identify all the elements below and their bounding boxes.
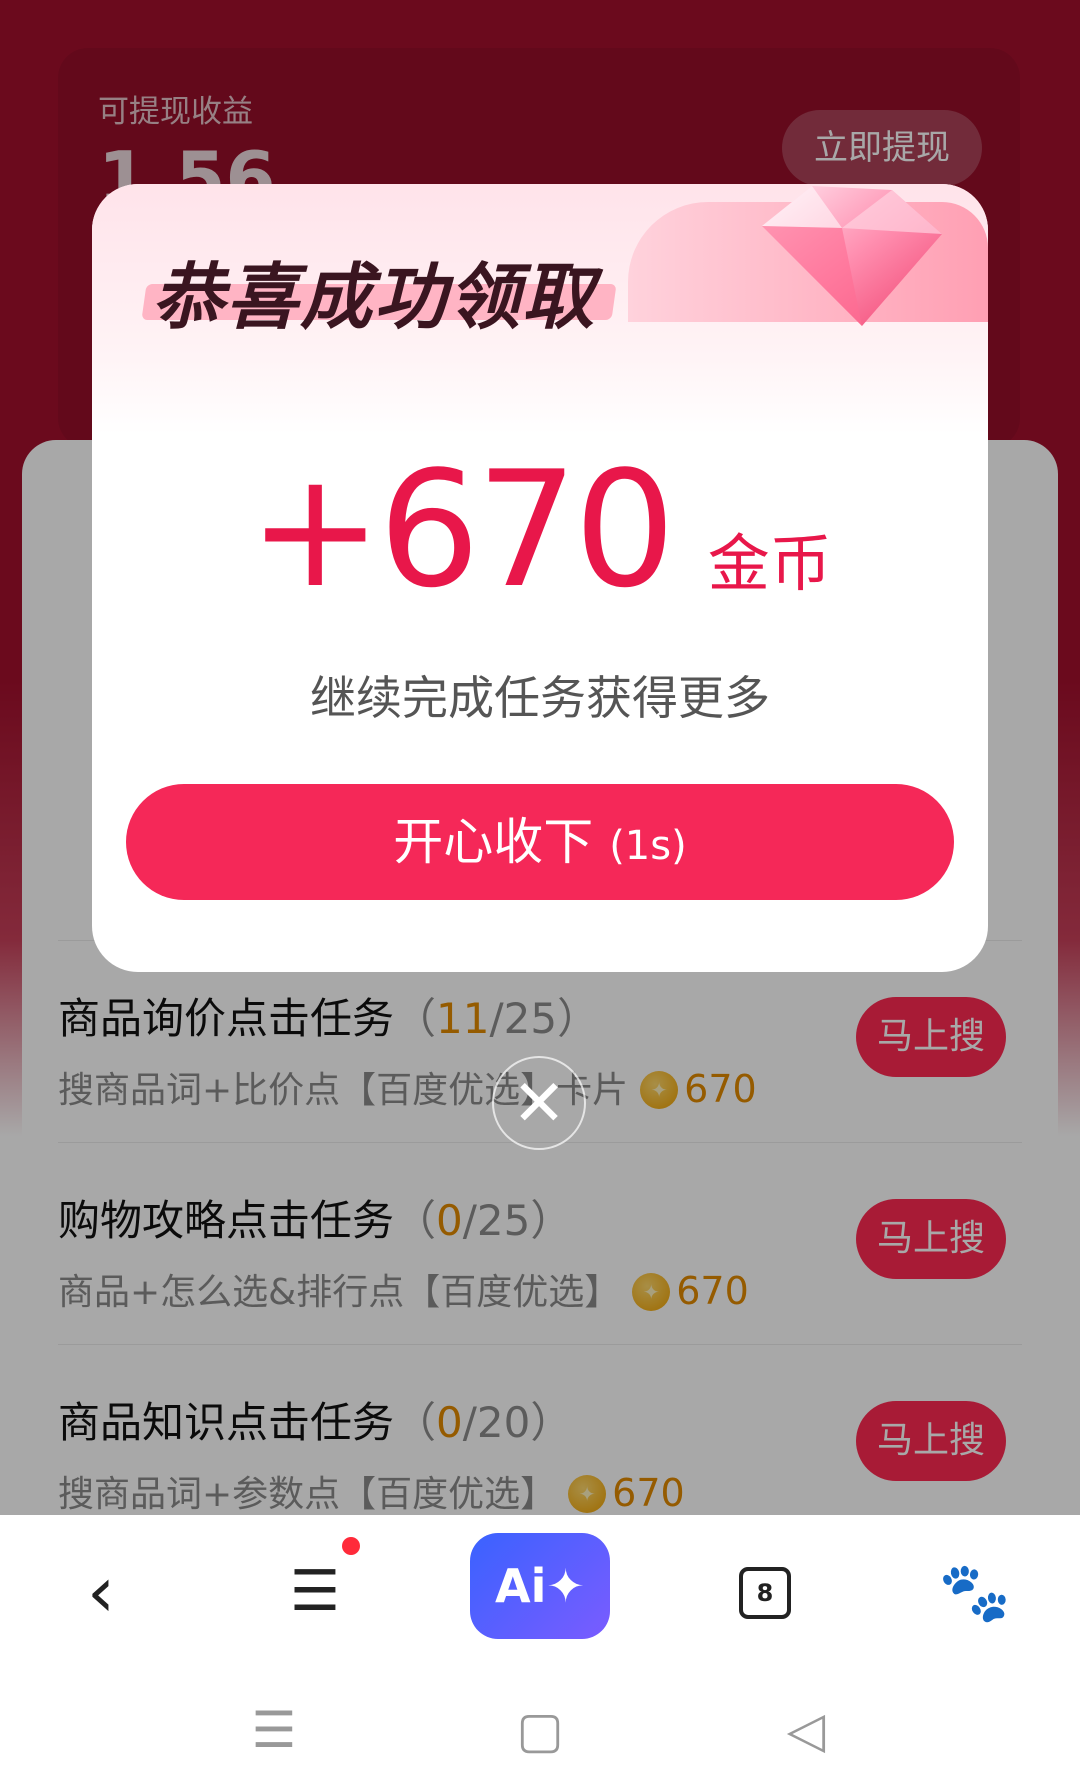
recents-icon[interactable]: ☰ — [234, 1701, 314, 1759]
diamond-icon — [762, 186, 942, 326]
collect-button-label: 开心收下 — [393, 813, 594, 871]
modal-header: 恭喜成功领取 — [92, 184, 988, 434]
home-icon[interactable]: ▢ — [500, 1701, 580, 1759]
countdown-label: (1s) — [609, 823, 687, 869]
amount-unit: 金币 — [707, 527, 832, 600]
close-icon[interactable]: ✕ — [492, 1056, 586, 1150]
browser-toolbar: ‹ ☰ Ai✦ 8 🐾 — [0, 1515, 1080, 1665]
notification-dot — [342, 1537, 360, 1555]
amount-value: +670 — [248, 436, 675, 623]
collect-button[interactable]: 开心收下 (1s) — [126, 784, 954, 900]
modal-subtitle: 继续完成任务获得更多 — [310, 671, 770, 725]
ai-assistant-button[interactable]: Ai✦ — [470, 1533, 610, 1639]
system-nav-bar: ☰ ▢ ◁ — [0, 1665, 1080, 1791]
reward-modal: 恭喜成功领取 +670 金币 继续完成任务获得更多 开心收下 (1s) — [92, 184, 988, 972]
back-arrow-icon[interactable]: ‹ — [56, 1547, 146, 1637]
menu-icon[interactable]: ☰ — [270, 1547, 360, 1637]
baidu-paw-icon[interactable]: 🐾 — [930, 1547, 1020, 1637]
back-icon[interactable]: ◁ — [766, 1701, 846, 1759]
reward-amount: +670 金币 — [92, 436, 988, 623]
modal-title: 恭喜成功领取 — [152, 255, 597, 339]
tabs-count-button[interactable]: 8 — [739, 1567, 791, 1619]
